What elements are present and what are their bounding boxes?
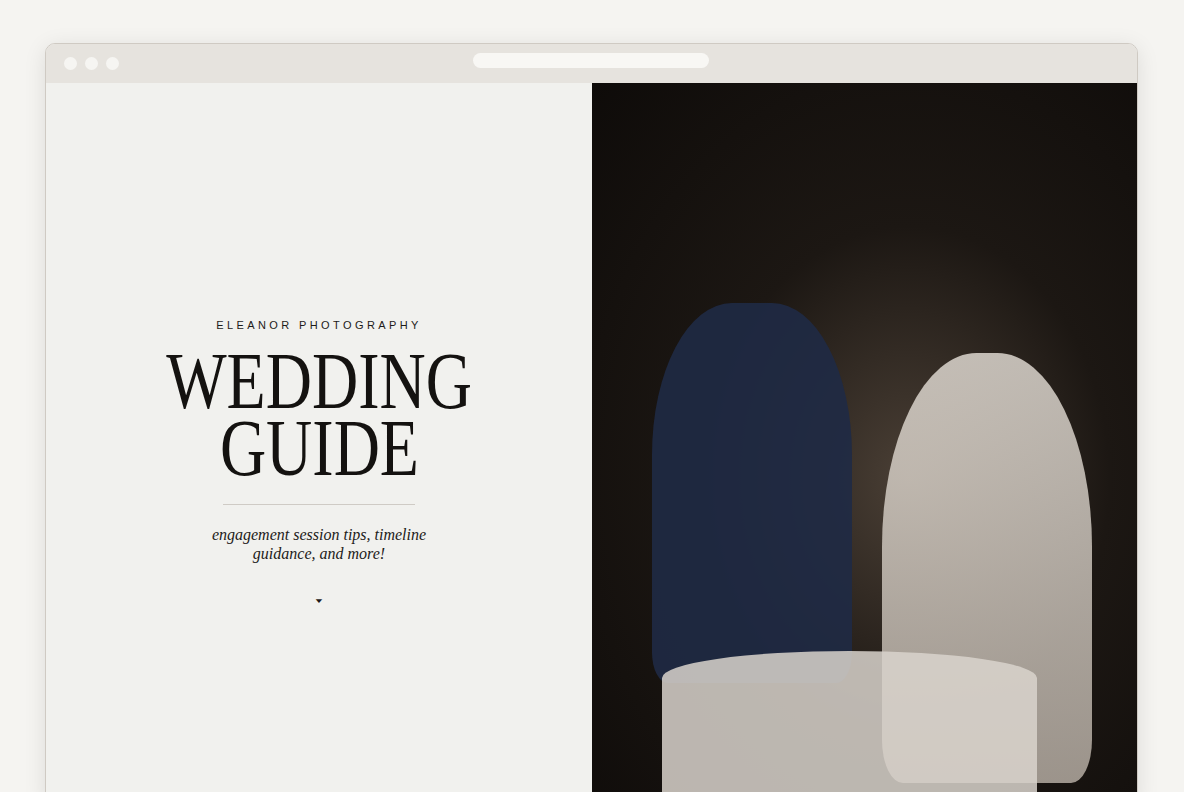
title-row: GUIDE [195, 415, 444, 482]
page-title: WEDDING [166, 348, 472, 414]
scroll-down-icon[interactable]: ▼ [314, 596, 325, 606]
window-dot-icon[interactable] [85, 57, 98, 70]
window-dot-icon[interactable] [106, 57, 119, 70]
brand-name: ELEANOR PHOTOGRAPHY [216, 317, 422, 334]
divider [223, 504, 415, 505]
page-title: GUIDE [219, 415, 418, 481]
browser-toolbar [46, 44, 1137, 83]
subtitle: guidance, and more! [253, 544, 385, 563]
wedding-photo [592, 83, 1137, 792]
subtitle: engagement session tips, timeline [212, 525, 426, 544]
window-dot-icon[interactable] [64, 57, 77, 70]
address-bar[interactable] [473, 53, 709, 68]
hero-text-panel: ELEANOR PHOTOGRAPHY WEDDINGGUIDE engagemen… [46, 83, 592, 792]
title-row: WEDDING [128, 348, 510, 415]
browser-window: ELEANOR PHOTOGRAPHY WEDDINGGUIDE engagemen… [45, 43, 1138, 792]
